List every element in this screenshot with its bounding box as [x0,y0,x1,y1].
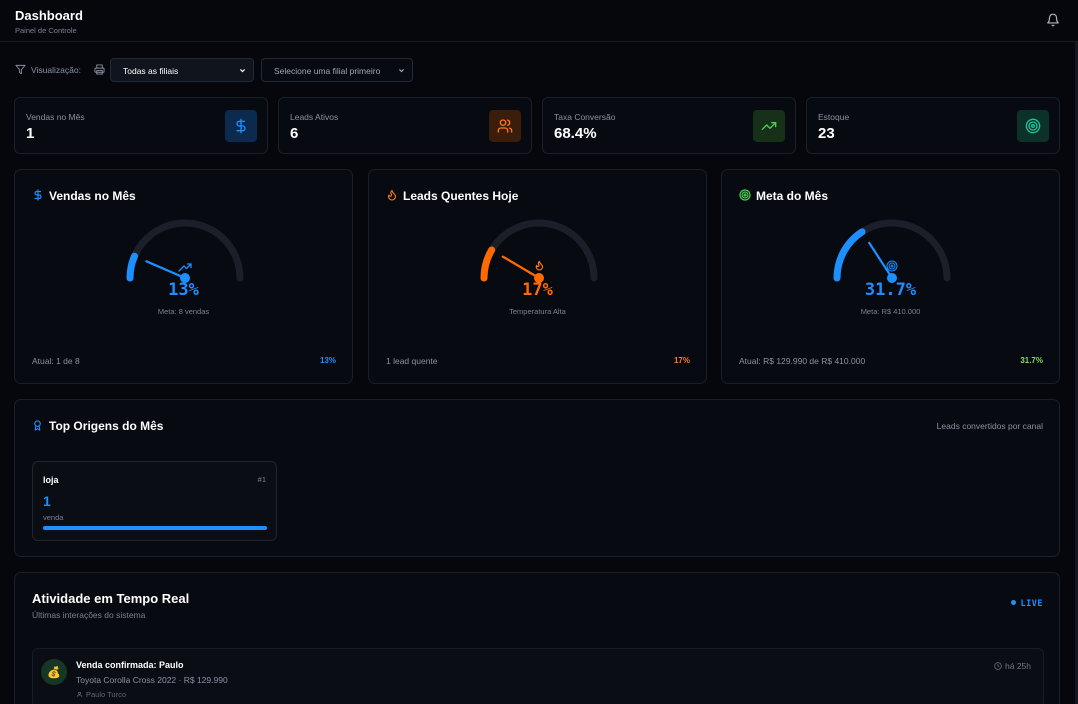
gauge-progress [833,228,866,282]
activity-user-name: Paulo Turco [86,690,127,699]
target-icon [739,189,751,201]
card-title: Leads Quentes Hoje [403,189,519,203]
gauge-card-sales: Vendas no Mês 13% Meta: 8 vendas Atual: … [14,169,353,384]
live-dot-icon [1010,600,1016,605]
dashboard-page: Dashboard Painel de Controle Visualizaçã… [0,0,1078,704]
filter-label: Visualização: [31,65,81,75]
branch-select-value: Todas as filiais [123,66,179,76]
gauge-percent: 13% [168,280,199,300]
dollar-icon [34,189,42,201]
origin-value: 1 [43,493,51,509]
activity-time: há 25h [994,661,1031,671]
gauge-subtitle: Meta: 8 vendas [157,307,210,316]
card-note: Leads convertidos por canal [936,421,1043,431]
gauge-needle [145,260,187,280]
top-origins-card: Top Origens do Mês Leads convertidos por… [14,399,1060,557]
gauge-footer-right: 13% [319,356,336,365]
chevron-down-icon [399,69,404,73]
stat-value: 6 [290,125,299,142]
dollar-icon [225,110,257,142]
activity-time-value: há 25h [1005,661,1031,671]
branch-select[interactable]: Todas as filiais [110,58,254,82]
card-title: Meta do Mês [756,189,829,203]
sub-branch-select[interactable]: Selecione uma filial primeiro [261,58,413,82]
gauge-card-monthly-goal: Meta do Mês 31.7% Meta: R$ 410.000 Atual… [721,169,1060,384]
gauge-percent: 31.7% [864,280,917,300]
card-subtitle: Últimas interações do sistema [32,610,146,620]
gauge-footer-left: Atual: 1 de 8 [32,356,80,366]
stat-card-sales[interactable]: Vendas no Mês 1 [14,97,268,154]
users-icon [489,110,521,142]
gauge-footer-right: 17% [673,356,690,365]
card-title: Atividade em Tempo Real [32,591,190,606]
live-label: LIVE [1020,599,1043,609]
clock-icon [994,662,1002,670]
money-bag-icon: 💰 [41,659,67,685]
stat-card-leads[interactable]: Leads Ativos 6 [278,97,532,154]
page-subtitle: Painel de Controle [15,26,77,35]
gauge-footer-right: 31.7% [1020,356,1043,365]
origin-name: loja [43,475,59,485]
gauge-percent: 17% [522,280,553,300]
flame-icon [387,189,397,201]
target-icon [1017,110,1049,142]
gauge-track [126,219,244,282]
stat-value: 23 [818,125,835,142]
gauge-needle [868,241,894,280]
trending-up-icon [753,110,785,142]
stat-label: Taxa Conversão [554,112,616,122]
filter-icon [15,64,26,75]
stat-label: Leads Ativos [290,112,339,122]
card-title: Vendas no Mês [49,189,136,203]
origin-card[interactable]: loja #1 1 venda [32,461,277,541]
stat-card-stock[interactable]: Estoque 23 [806,97,1060,154]
chevron-down-icon [240,69,245,73]
gauge-track [833,219,951,282]
activity-user: Paulo Turco [76,690,126,699]
trending-up-icon [178,263,192,272]
gauge-footer-left: 1 lead quente [386,356,438,366]
activity-detail: Toyota Corolla Cross 2022 · R$ 129.990 [76,675,228,685]
gauge-footer-left: Atual: R$ 129.990 de R$ 410.000 [739,356,866,366]
origin-unit: venda [43,513,64,522]
origin-progress-fill [43,526,267,530]
activity-card: Atividade em Tempo Real Últimas interaçõ… [14,572,1060,704]
gauge-subtitle: Temperatura Alta [509,307,566,316]
stat-label: Vendas no Mês [26,112,85,122]
origin-progress-bar [43,526,267,530]
live-indicator: LIVE [1010,599,1043,609]
gauge-card-hot-leads: Leads Quentes Hoje 17% Temperatura Alta … [368,169,707,384]
card-title: Top Origens do Mês [49,419,164,433]
top-bar: Dashboard Painel de Controle [0,0,1078,42]
stat-label: Estoque [818,112,850,122]
gauge-needle [501,255,541,280]
page-title: Dashboard [15,8,83,23]
activity-headline: Venda confirmada: Paulo [76,660,184,670]
printer-icon[interactable] [94,64,105,75]
sub-branch-select-value: Selecione uma filial primeiro [274,66,381,76]
stat-card-conversion[interactable]: Taxa Conversão 68.4% [542,97,796,154]
origin-rank: #1 [257,475,266,484]
flame-icon [535,260,544,271]
target-icon [886,260,898,272]
activity-item[interactable]: 💰 Venda confirmada: Paulo Toyota Corolla… [32,648,1044,704]
filter-bar: Visualização: Todas as filiais Selecione… [15,58,615,82]
bell-icon[interactable] [1046,13,1060,27]
stat-value: 1 [26,125,35,142]
award-icon [34,420,41,431]
stat-value: 68.4% [554,125,597,142]
gauge-progress [126,252,139,282]
user-icon [76,691,83,698]
gauge-progress [480,246,496,282]
gauge-subtitle: Meta: R$ 410.000 [860,307,921,316]
